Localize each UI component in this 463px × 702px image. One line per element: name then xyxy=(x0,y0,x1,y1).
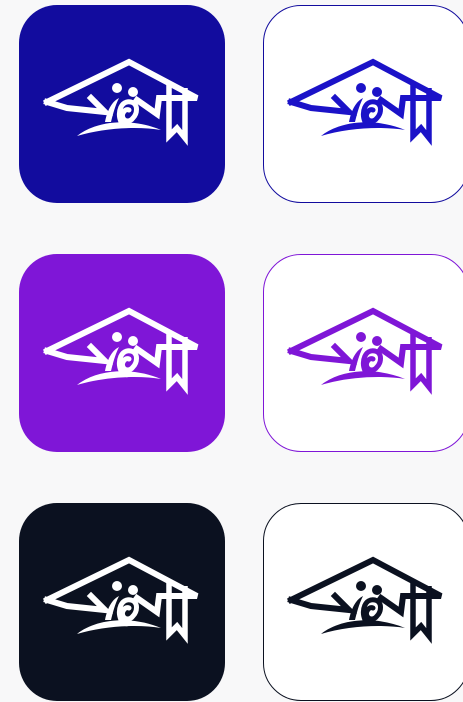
graduation-cap-logo-icon xyxy=(37,54,207,154)
app-icon-tile-outline-4 xyxy=(263,254,463,452)
graduation-cap-logo-icon xyxy=(281,552,451,652)
app-icon-tile-outline-6 xyxy=(263,503,463,701)
graduation-cap-logo-icon xyxy=(37,552,207,652)
app-icon-tile-filled-5 xyxy=(19,503,225,701)
app-icon-tile-outline-2 xyxy=(263,5,463,203)
graduation-cap-logo-icon xyxy=(281,54,451,154)
app-icon-tile-filled-3 xyxy=(19,254,225,452)
graduation-cap-logo-icon xyxy=(281,303,451,403)
graduation-cap-logo-icon xyxy=(37,303,207,403)
app-icon-tile-filled-1 xyxy=(19,5,225,203)
